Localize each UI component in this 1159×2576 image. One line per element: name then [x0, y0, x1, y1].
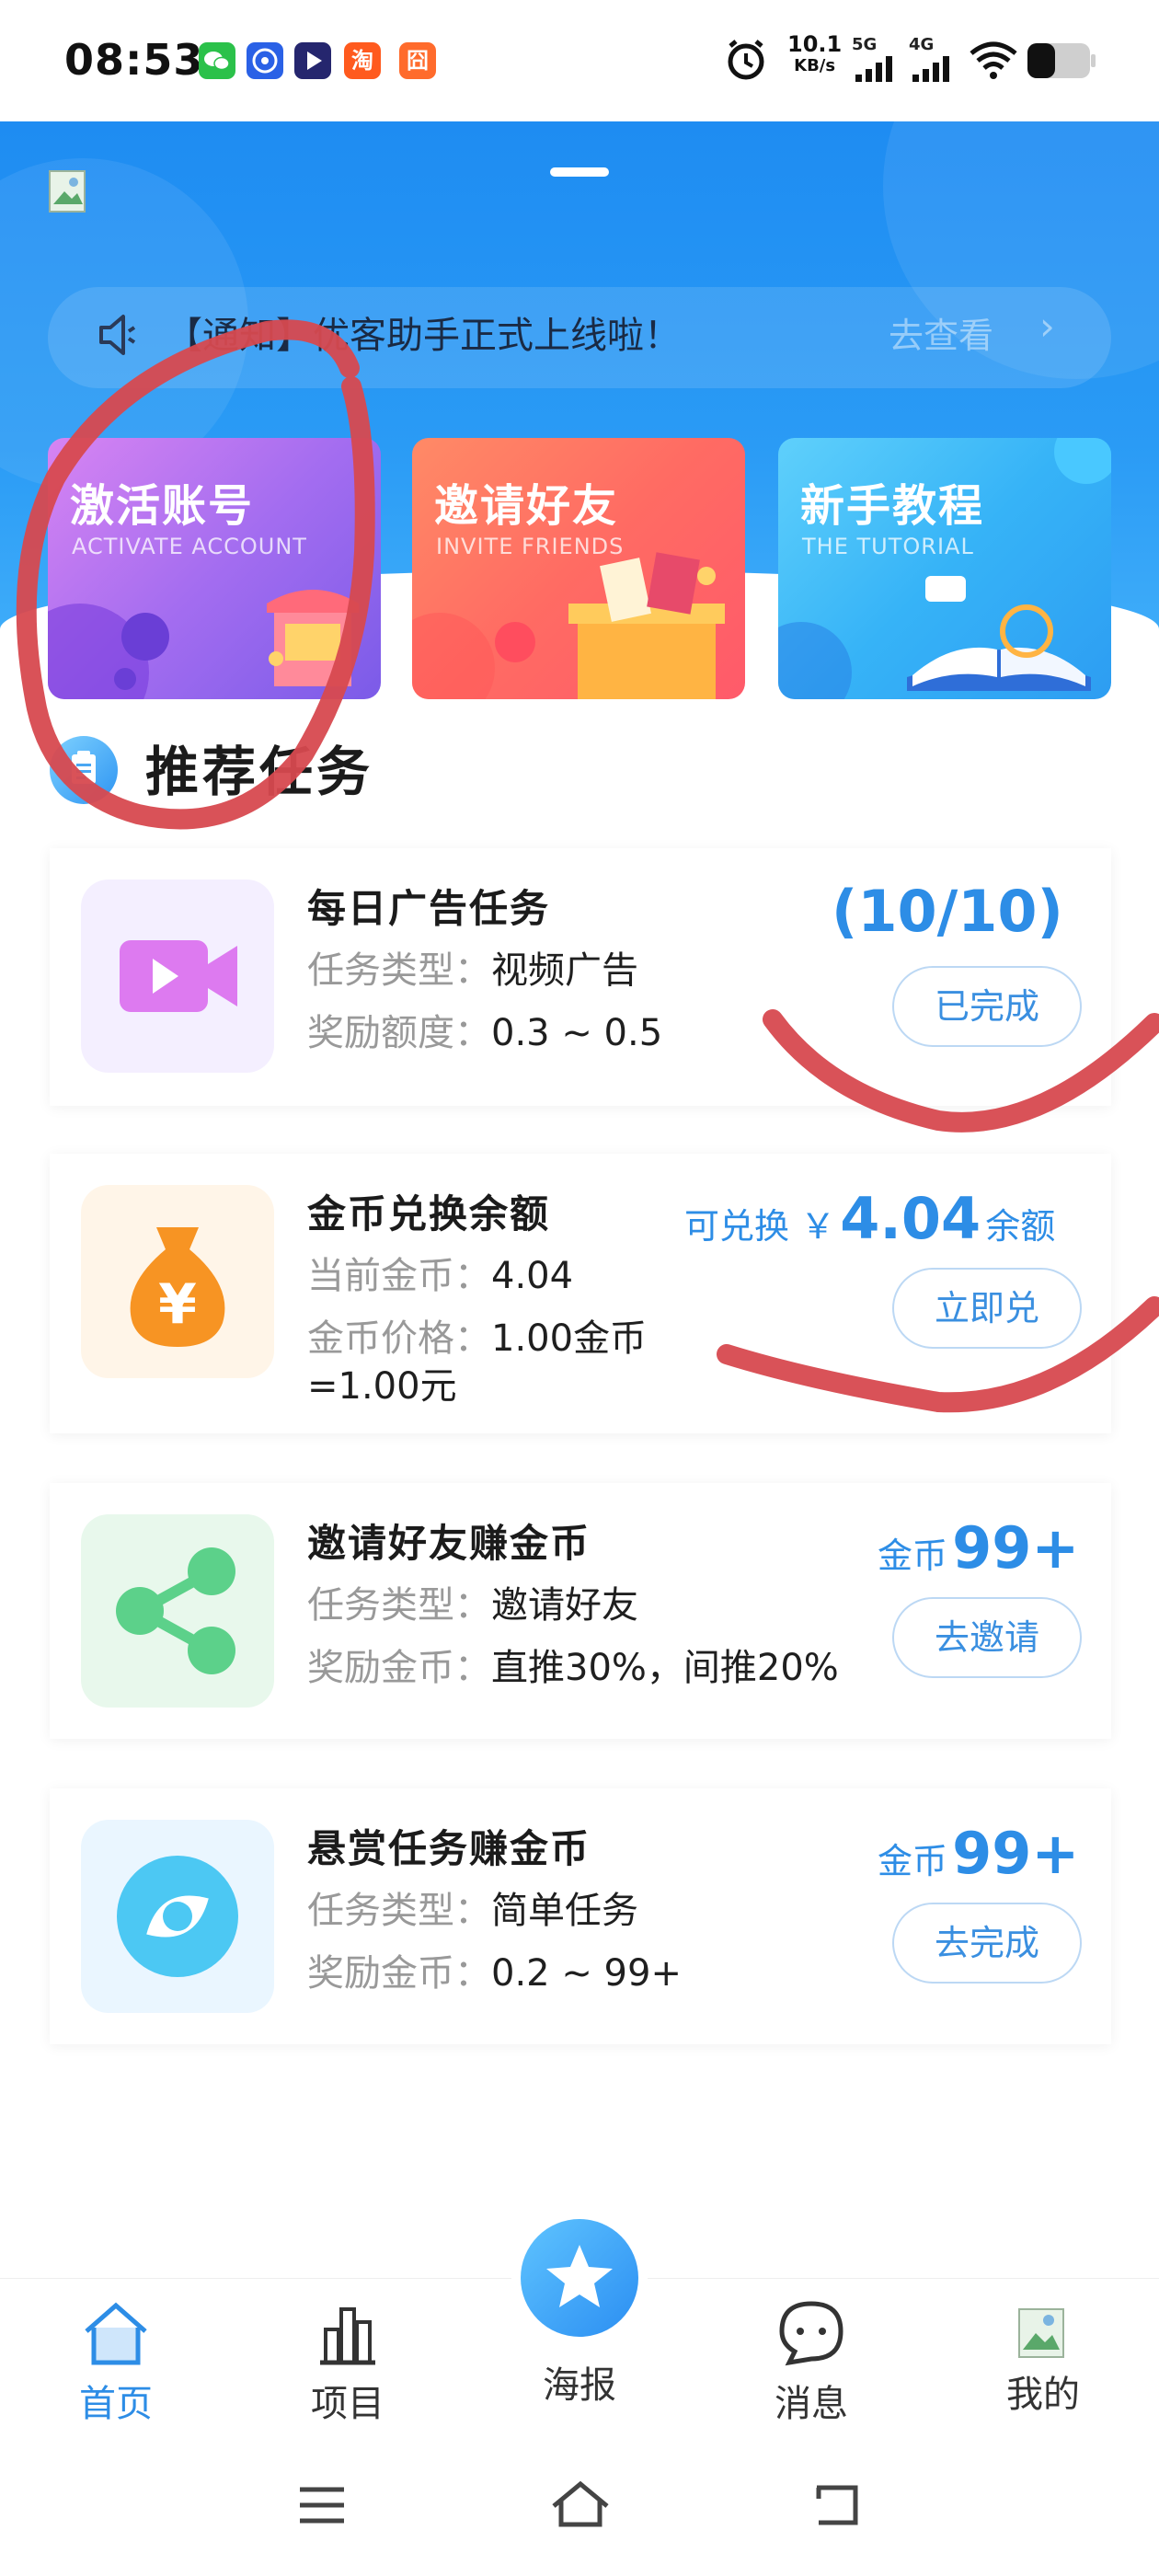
- nav-item-poster[interactable]: 海报: [506, 2355, 653, 2409]
- nav-item-home[interactable]: 首页: [42, 2278, 189, 2427]
- star-icon[interactable]: [521, 2219, 638, 2337]
- message-icon: [779, 2301, 843, 2366]
- profile-image-icon: [1018, 2308, 1064, 2358]
- nav-label: 消息: [775, 2383, 848, 2425]
- nav-item-profile[interactable]: 我的: [970, 2278, 1117, 2418]
- system-home-icon[interactable]: [548, 2478, 613, 2534]
- nav-label: 海报: [543, 2364, 616, 2407]
- home-icon: [85, 2302, 147, 2365]
- nav-label: 项目: [311, 2383, 384, 2425]
- nav-label: 我的: [1006, 2374, 1080, 2416]
- red-annotation-marks: [16, 319, 1159, 1413]
- menu-icon[interactable]: [294, 2482, 350, 2532]
- nav-item-messages[interactable]: 消息: [738, 2278, 885, 2427]
- nav-item-project[interactable]: 项目: [274, 2278, 421, 2427]
- nav-label: 首页: [79, 2383, 153, 2425]
- project-icon: [320, 2307, 375, 2365]
- back-icon[interactable]: [804, 2478, 868, 2534]
